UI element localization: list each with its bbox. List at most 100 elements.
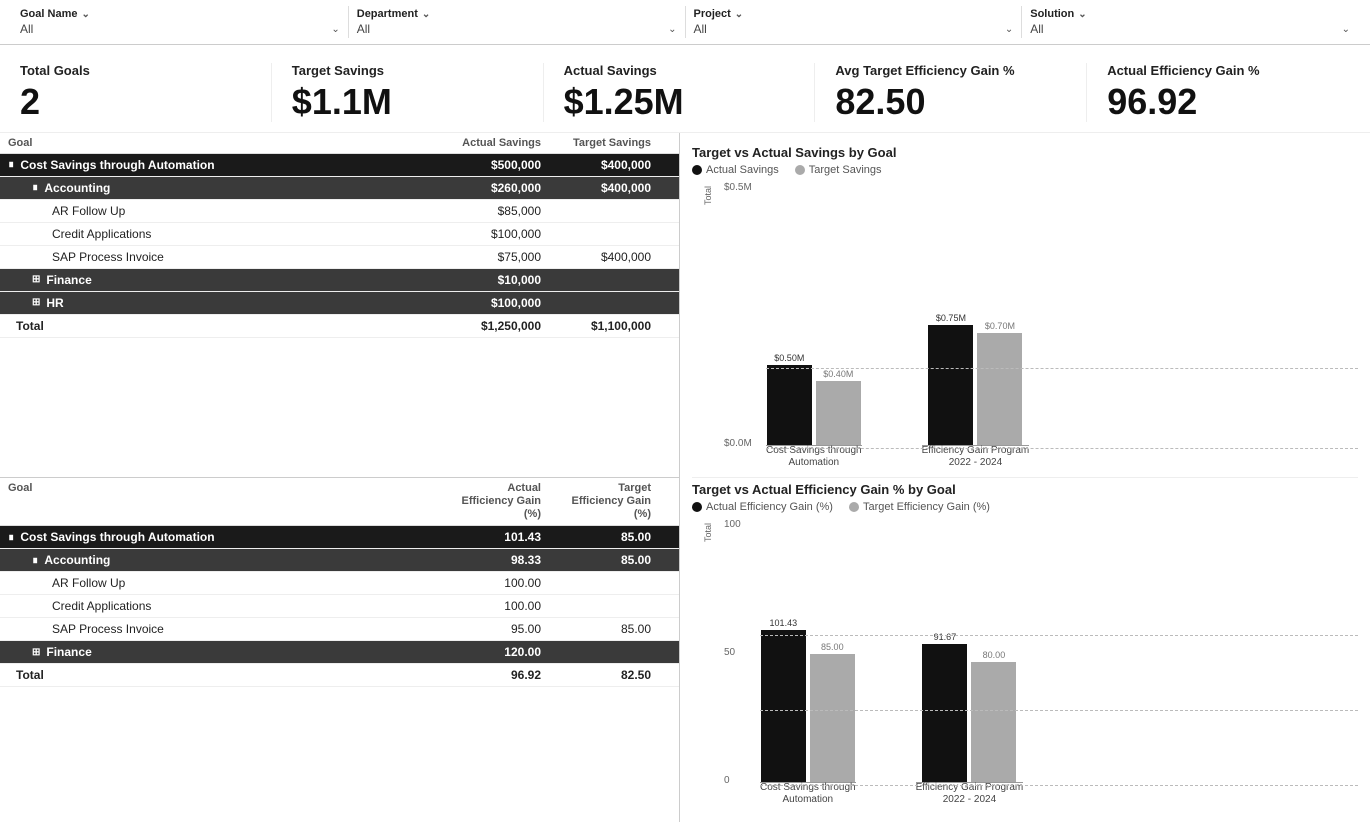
efficiency-table-body[interactable]: ∎Cost Savings through Automation 101.43 …: [0, 526, 679, 821]
efficiency-table-row[interactable]: ∎Accounting 98.33 85.00: [0, 549, 679, 572]
eff-row-actual: 120.00: [411, 645, 541, 659]
eff-row-goal-text: ⊞Finance: [8, 645, 411, 659]
savings-table-row[interactable]: ∎Cost Savings through Automation $500,00…: [0, 154, 679, 177]
row-actual-savings: $75,000: [421, 250, 541, 264]
row-target-savings: $400,000: [541, 181, 671, 195]
efficiency-table-row[interactable]: AR Follow Up 100.00: [0, 572, 679, 595]
efficiency-table-row[interactable]: Credit Applications 100.00: [0, 595, 679, 618]
eff-gridline-100: [760, 635, 1358, 636]
efficiency-chart-section: Target vs Actual Efficiency Gain % by Go…: [692, 478, 1358, 814]
goal-name-value: All: [20, 22, 33, 36]
dept-value: All: [357, 22, 370, 36]
savings-bar-actual-2-label: $0.75M: [936, 313, 966, 323]
savings-table-row[interactable]: ∎Accounting $260,000 $400,000: [0, 177, 679, 200]
savings-y-label-00: $0.0M: [724, 438, 766, 449]
metric-total-goals: Total Goals 2: [12, 63, 272, 122]
actual-savings-value: $1.25M: [564, 82, 684, 122]
savings-table-row[interactable]: AR Follow Up $85,000: [0, 200, 679, 223]
legend-actual-eff-label: Actual Efficiency Gain (%): [706, 501, 833, 513]
filter-solution[interactable]: Solution ⌄ All ⌄: [1022, 6, 1358, 38]
savings-table-row[interactable]: ⊞Finance $10,000: [0, 269, 679, 292]
goal-name-select[interactable]: All ⌄: [20, 20, 340, 36]
row-target-savings: $400,000: [541, 250, 671, 264]
savings-table-row[interactable]: ⊞HR $100,000: [0, 292, 679, 315]
expand-plus-icon[interactable]: ⊞: [32, 297, 40, 308]
filter-project[interactable]: Project ⌄ All ⌄: [686, 6, 1023, 38]
chevron-icon2: ⌄: [422, 9, 430, 20]
row-actual-savings: $500,000: [421, 158, 541, 172]
filter-dept-label: Department ⌄: [357, 8, 677, 20]
expand-minus-icon[interactable]: ∎: [8, 159, 14, 170]
filter-project-label: Project ⌄: [694, 8, 1014, 20]
eff-row-goal-text: AR Follow Up: [8, 576, 411, 590]
expand-plus-icon[interactable]: ⊞: [32, 274, 40, 285]
expand-minus-icon[interactable]: ∎: [32, 182, 38, 193]
eff-bars-1: 101.43 85.00: [761, 618, 855, 782]
filter-department[interactable]: Department ⌄ All ⌄: [349, 6, 686, 38]
savings-bar-actual-1: $0.50M: [767, 353, 812, 445]
savings-bar-target-1-label: $0.40M: [823, 369, 853, 379]
actual-eff-title: Actual Efficiency Gain %: [1107, 63, 1259, 78]
eff-expand-plus-icon[interactable]: ⊞: [32, 647, 40, 658]
savings-bars-1: $0.50M $0.40M: [767, 353, 861, 445]
th2-target-eff: Target Efficiency Gain (%): [541, 482, 671, 522]
eff-row-actual: 96.92: [411, 668, 541, 682]
row-actual-savings: $10,000: [421, 273, 541, 287]
eff-y-label-50: 50: [724, 647, 760, 658]
efficiency-table-row[interactable]: SAP Process Invoice 95.00 85.00: [0, 618, 679, 641]
legend-actual-savings-label: Actual Savings: [706, 164, 779, 176]
savings-bar-target-2: $0.70M: [977, 321, 1022, 445]
row-target-savings: $400,000: [541, 158, 671, 172]
efficiency-table-row[interactable]: Total 96.92 82.50: [0, 664, 679, 687]
legend-target-eff: Target Efficiency Gain (%): [849, 501, 990, 513]
savings-bar-actual-2: $0.75M: [928, 313, 973, 445]
efficiency-table-row[interactable]: ⊞Finance 120.00: [0, 641, 679, 664]
eff-row-actual: 95.00: [411, 622, 541, 636]
project-value: All: [694, 22, 707, 36]
eff-bars-2: 91.67 80.00: [922, 632, 1016, 782]
dept-select[interactable]: All ⌄: [357, 20, 677, 36]
actual-eff-value: 96.92: [1107, 82, 1197, 122]
project-select[interactable]: All ⌄: [694, 20, 1014, 36]
legend-actual-eff: Actual Efficiency Gain (%): [692, 501, 833, 513]
efficiency-chart-legend: Actual Efficiency Gain (%) Target Effici…: [692, 501, 1358, 513]
left-panel: Goal Actual Savings Target Savings ∎Cost…: [0, 133, 680, 822]
eff-expand-minus-icon[interactable]: ∎: [8, 532, 14, 543]
row-goal-text: SAP Process Invoice: [8, 250, 421, 264]
savings-chart-legend: Actual Savings Target Savings: [692, 164, 1358, 176]
solution-value: All: [1030, 22, 1043, 36]
savings-table-row[interactable]: Total $1,250,000 $1,100,000: [0, 315, 679, 338]
eff-row-goal-text: SAP Process Invoice: [8, 622, 411, 636]
th-goal: Goal: [8, 137, 421, 149]
savings-table-row[interactable]: Credit Applications $100,000: [0, 223, 679, 246]
target-savings-value: $1.1M: [292, 82, 392, 122]
row-goal-text: Credit Applications: [8, 227, 421, 241]
chevron-down-icon3: ⌄: [1005, 24, 1013, 35]
solution-select[interactable]: All ⌄: [1030, 20, 1350, 36]
legend-dot-eff-gray: [849, 502, 859, 512]
legend-actual-savings: Actual Savings: [692, 164, 779, 176]
efficiency-table-section: Goal Actual Efficiency Gain (%) Target E…: [0, 478, 679, 822]
savings-bar-actual-1-label: $0.50M: [774, 353, 804, 363]
efficiency-table-row[interactable]: ∎Cost Savings through Automation 101.43 …: [0, 526, 679, 549]
savings-y-axis: Total: [692, 182, 724, 473]
eff-bar-actual-1-fill: [761, 630, 806, 782]
eff-expand-minus-icon[interactable]: ∎: [32, 555, 38, 566]
savings-table-row[interactable]: SAP Process Invoice $75,000 $400,000: [0, 246, 679, 269]
savings-y-label-05: $0.5M: [724, 182, 766, 193]
eff-bar-group-1: 101.43 85.00 Cost Savings throughAutomat…: [760, 618, 856, 806]
eff-row-actual: 100.00: [411, 599, 541, 613]
eff-y-axis: Total: [692, 519, 724, 810]
eff-row-actual: 98.33: [411, 553, 541, 567]
metric-actual-savings: Actual Savings $1.25M: [544, 63, 816, 122]
savings-bar-target-2-fill: [977, 333, 1022, 445]
target-savings-title: Target Savings: [292, 63, 384, 78]
eff-row-actual: 101.43: [411, 530, 541, 544]
eff-y-label-0: 0: [724, 775, 760, 786]
eff-bar-target-2-fill: [971, 662, 1016, 782]
eff-y-labels: 100 50 0: [724, 519, 760, 810]
filter-goal-name[interactable]: Goal Name ⌄ All ⌄: [12, 6, 349, 38]
chevron-down-icon4: ⌄: [1342, 24, 1350, 35]
savings-bar-target-2-label: $0.70M: [985, 321, 1015, 331]
savings-table-body[interactable]: ∎Cost Savings through Automation $500,00…: [0, 154, 679, 477]
